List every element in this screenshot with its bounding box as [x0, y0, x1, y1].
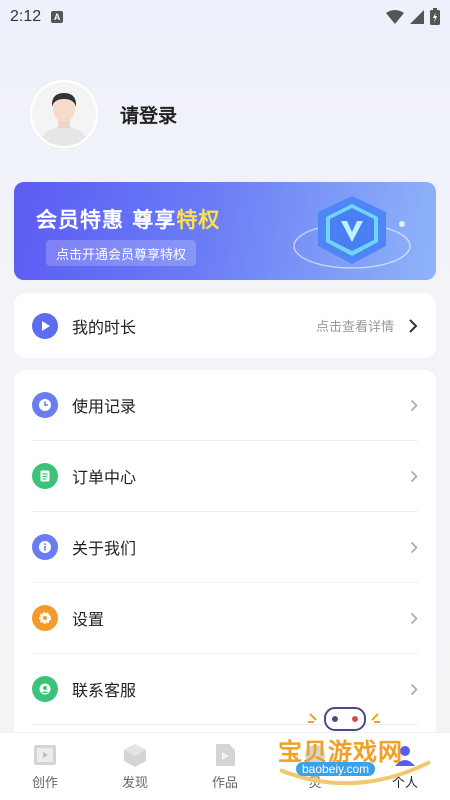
nav-label: 作品 [211, 776, 238, 791]
menu-item-label: 关于我们 [72, 539, 137, 558]
login-prompt[interactable]: 请登录 [120, 101, 177, 128]
play-icon [32, 312, 58, 339]
vip-banner[interactable]: 会员特惠 尊享特权 点击开通会员尊享特权 [14, 182, 436, 280]
vip-subtitle: 点击开通会员尊享特权 [46, 240, 197, 266]
customer-service-icon [32, 676, 58, 702]
profile-header[interactable]: 请登录 [30, 80, 177, 148]
my-time-hint: 点击查看详情 [315, 320, 394, 335]
nav-tab-discover[interactable]: 发现 [90, 733, 180, 800]
chevron-right-icon [410, 399, 418, 411]
menu-item-settings[interactable]: 设置 [32, 583, 418, 654]
info-icon [32, 534, 58, 560]
status-bar: 2:12 A [0, 0, 450, 34]
cube-icon [124, 744, 146, 767]
order-icon [32, 463, 58, 489]
nav-tab-create[interactable]: 创作 [0, 733, 90, 800]
avatar[interactable] [30, 80, 98, 148]
my-time-label: 我的时长 [72, 317, 137, 337]
nav-label: 创作 [31, 776, 58, 791]
vip-title: 会员特惠 尊享特权 [36, 204, 220, 234]
default-avatar-icon [32, 82, 96, 146]
film-icon [34, 745, 56, 765]
chevron-right-icon [409, 318, 418, 333]
menu-item-usage-records[interactable]: 使用记录 [32, 370, 418, 441]
menu-item-label: 使用记录 [72, 397, 137, 416]
chevron-right-icon [410, 612, 418, 624]
watermark: 宝贝游戏网 baobeiy.com [270, 700, 440, 795]
status-icons [386, 8, 440, 25]
menu-item-label: 订单中心 [72, 468, 137, 487]
signal-icon [410, 9, 424, 24]
chevron-right-icon [410, 683, 418, 695]
video-file-icon [216, 744, 235, 766]
menu-item-order-center[interactable]: 订单中心 [32, 441, 418, 512]
watermark-url: baobeiy.com [296, 762, 376, 776]
status-time: 2:12 [10, 8, 42, 25]
chevron-right-icon [410, 470, 418, 482]
gear-icon [32, 605, 58, 631]
chevron-right-icon [410, 541, 418, 553]
battery-icon [430, 8, 440, 25]
nav-label: 发现 [121, 776, 148, 791]
vip-title-highlight: 特权 [176, 208, 221, 232]
my-time-row[interactable]: 我的时长 点击查看详情 [14, 293, 436, 358]
menu-item-about-us[interactable]: 关于我们 [32, 512, 418, 583]
a-notification-icon: A [51, 11, 64, 23]
wifi-icon [386, 9, 404, 24]
menu-item-label: 设置 [72, 610, 105, 629]
menu-item-label: 联系客服 [72, 681, 137, 700]
vip-emblem-icon [293, 196, 411, 269]
vip-title-main: 会员特惠 尊享 [36, 208, 177, 232]
menu-list: 使用记录 订单中心 关于我们 设置 联系客服 [14, 370, 436, 740]
nav-tab-works[interactable]: 作品 [180, 733, 270, 800]
clock-icon [32, 392, 58, 418]
